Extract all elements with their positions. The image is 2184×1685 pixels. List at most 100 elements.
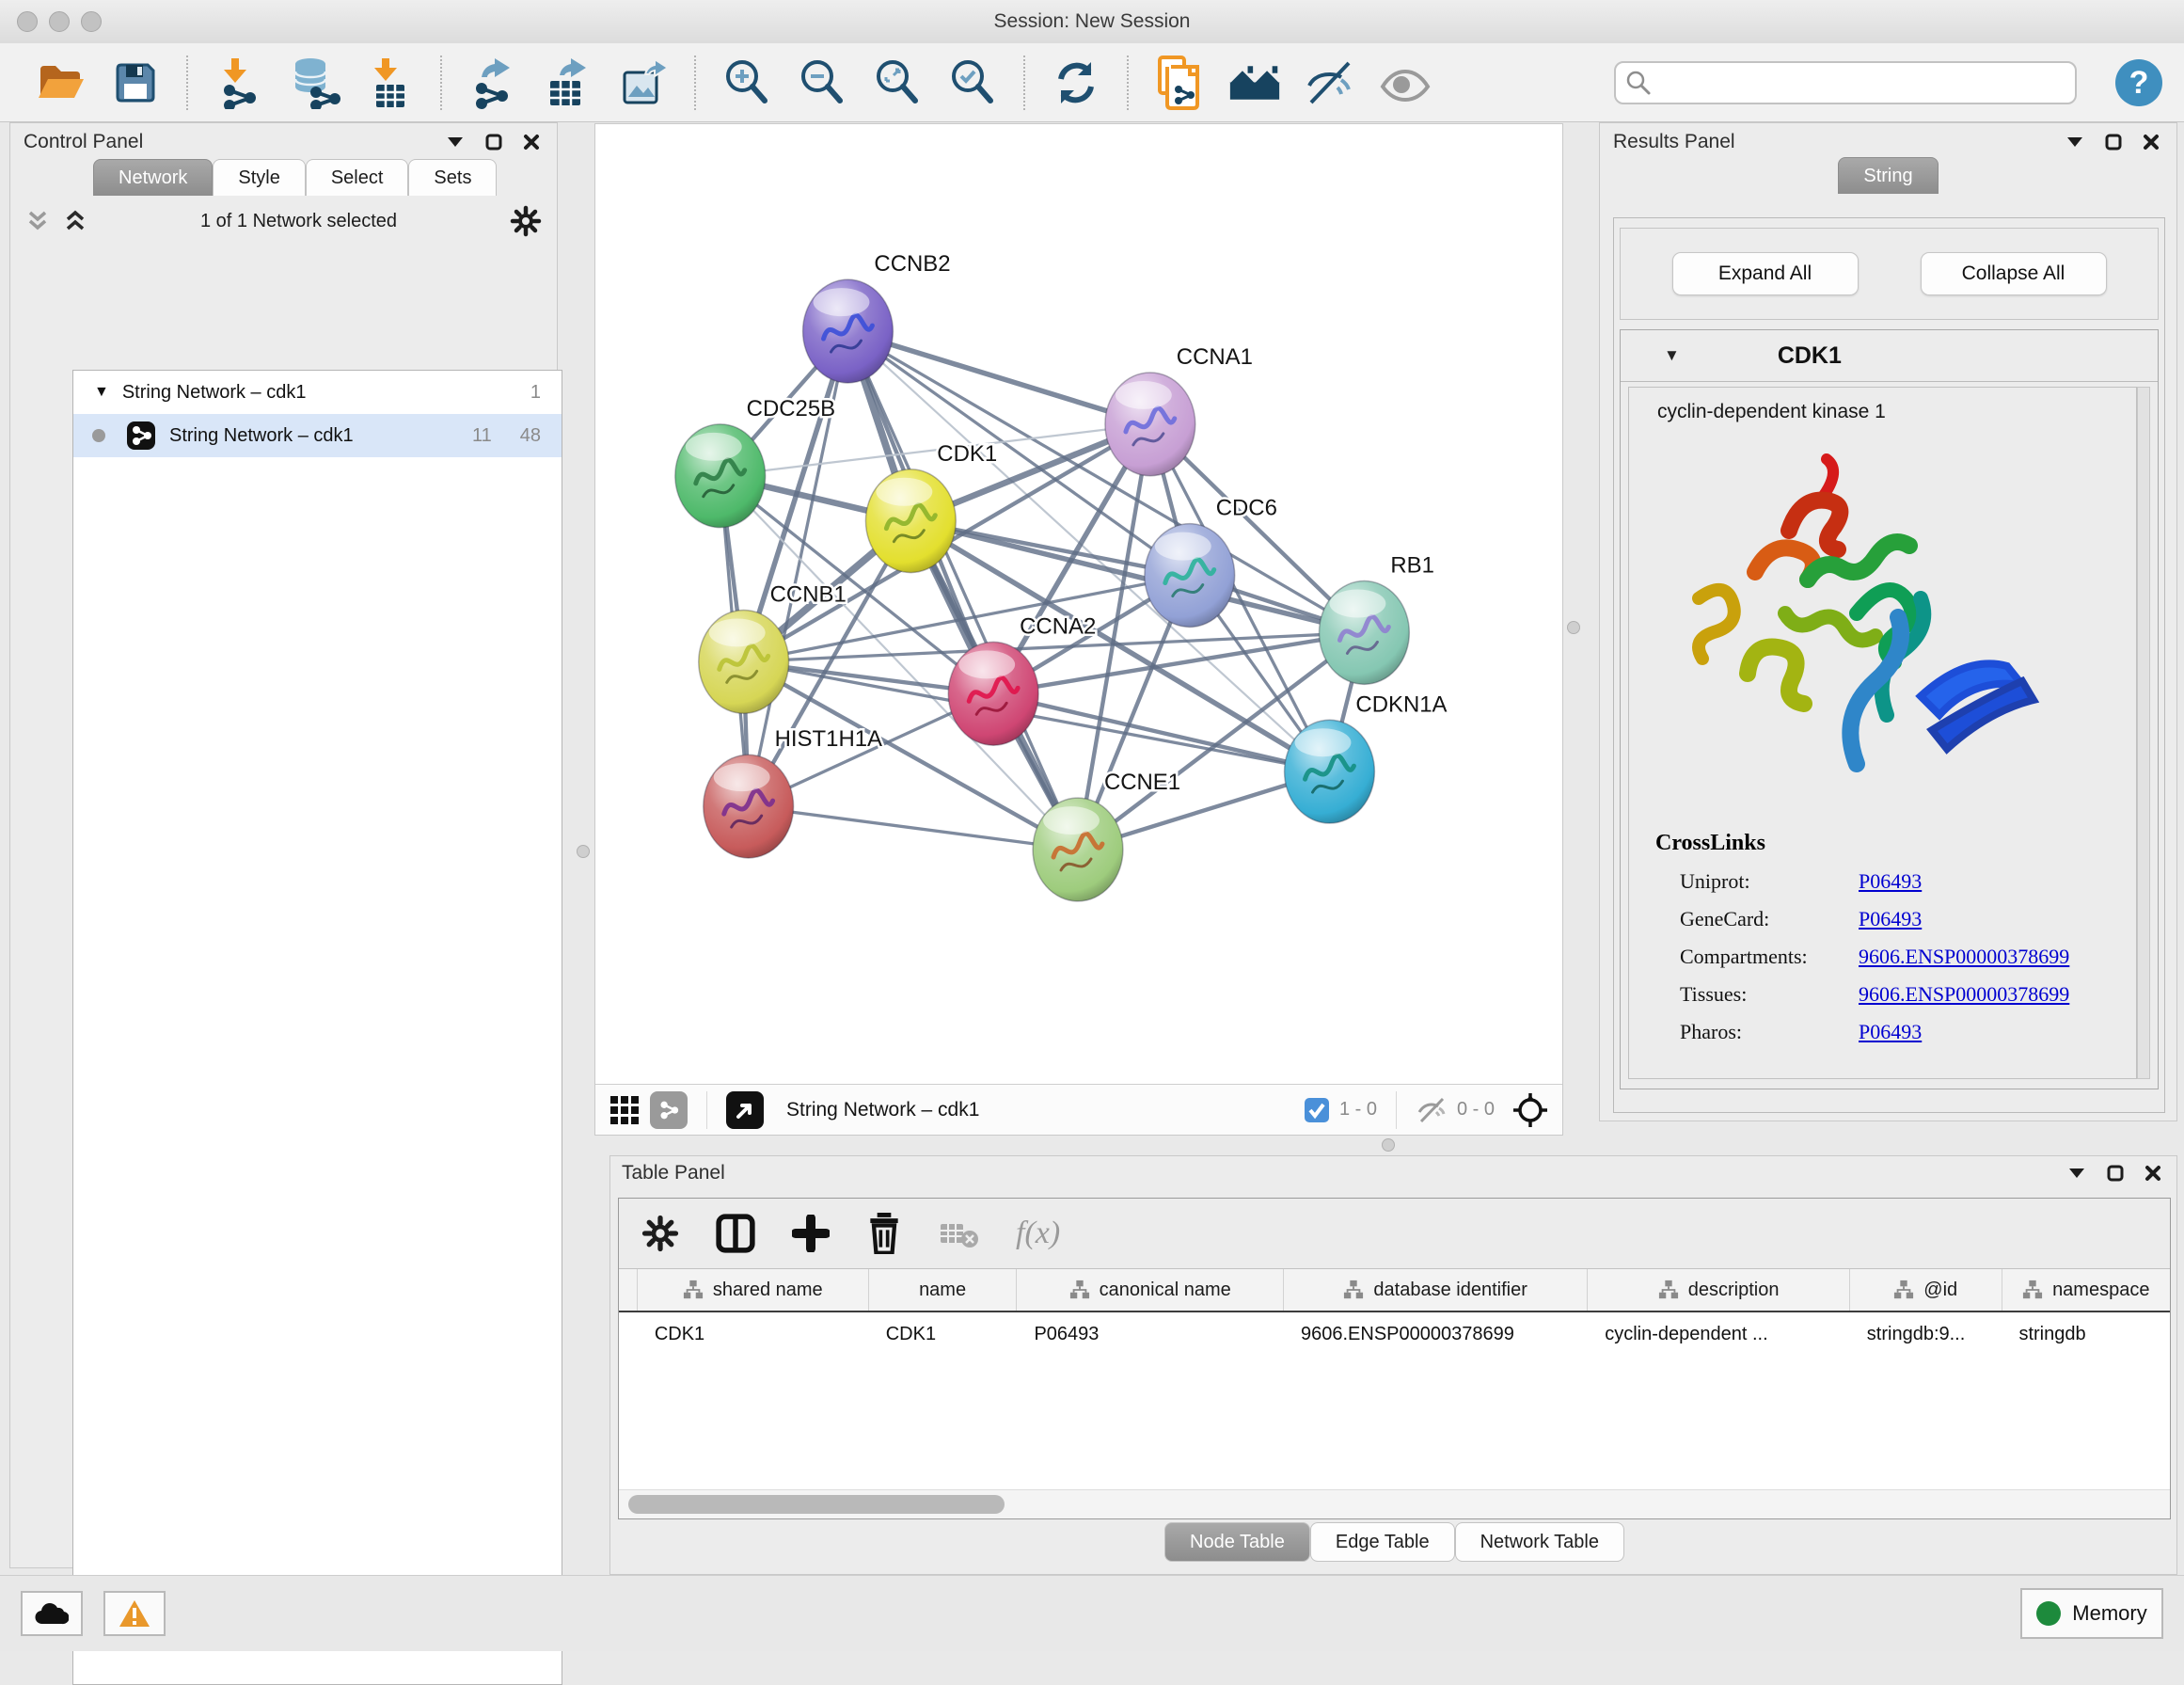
selected-checkbox-icon[interactable] bbox=[1304, 1097, 1330, 1123]
memory-button[interactable]: Memory bbox=[2020, 1588, 2163, 1639]
cloud-icon bbox=[35, 1601, 69, 1626]
panel-maximize-icon[interactable] bbox=[2107, 1165, 2124, 1182]
splitter-handle[interactable] bbox=[1567, 621, 1580, 634]
table-horizontal-scrollbar[interactable] bbox=[619, 1489, 2170, 1518]
toolbar-separator bbox=[1396, 1091, 1397, 1129]
birdseye-view-icon[interactable] bbox=[726, 1091, 764, 1129]
node-CCNB2[interactable]: CCNB2 bbox=[803, 251, 951, 383]
crosslink-tissues[interactable]: 9606.ENSP00000378699 bbox=[1859, 982, 2069, 1007]
splitter-handle[interactable] bbox=[577, 845, 590, 858]
zoom-out-icon[interactable] bbox=[796, 56, 848, 109]
table-row[interactable]: CDK1 CDK1 P06493 9606.ENSP00000378699 cy… bbox=[619, 1312, 2170, 1356]
warnings-button[interactable] bbox=[103, 1591, 166, 1636]
gear-icon[interactable] bbox=[510, 205, 542, 237]
panel-close-icon[interactable] bbox=[523, 134, 540, 151]
table-gear-icon[interactable] bbox=[641, 1215, 679, 1252]
help-icon[interactable]: ? bbox=[2113, 56, 2165, 109]
crosslink-genecard[interactable]: P06493 bbox=[1859, 907, 1922, 931]
edge-CCNA2-CDKN1A[interactable] bbox=[993, 693, 1329, 771]
hide-selected-icon[interactable] bbox=[1304, 56, 1356, 109]
tree-caret-icon[interactable]: ▼ bbox=[94, 384, 109, 401]
expand-all-button[interactable]: Expand All bbox=[1672, 252, 1859, 295]
tab-select[interactable]: Select bbox=[306, 159, 409, 196]
network-collection-row[interactable]: ▼ String Network – cdk1 1 bbox=[73, 371, 562, 414]
import-table-file-icon[interactable] bbox=[363, 56, 416, 109]
panel-close-icon[interactable] bbox=[2144, 1165, 2161, 1182]
import-network-database-icon[interactable] bbox=[288, 56, 340, 109]
function-builder-icon[interactable]: f(x) bbox=[1016, 1216, 1060, 1251]
toolbar-separator bbox=[440, 56, 442, 110]
export-image-icon[interactable] bbox=[617, 56, 670, 109]
scrollbar-thumb[interactable] bbox=[628, 1495, 1005, 1514]
edge-CCNB2-CCNE1[interactable] bbox=[847, 331, 1078, 850]
tab-sets[interactable]: Sets bbox=[408, 159, 497, 196]
delete-table-icon[interactable] bbox=[939, 1216, 980, 1250]
show-columns-icon[interactable] bbox=[715, 1213, 756, 1254]
crosslink-uniprot[interactable]: P06493 bbox=[1859, 869, 1922, 894]
collapse-all-button[interactable]: Collapse All bbox=[1921, 252, 2107, 295]
node-HIST1H1A[interactable]: HIST1H1A bbox=[704, 726, 882, 858]
grid-view-icon[interactable] bbox=[609, 1094, 641, 1126]
column-header[interactable]: description bbox=[1588, 1269, 1850, 1311]
node-RB1[interactable]: RB1 bbox=[1320, 553, 1434, 685]
panel-float-icon[interactable] bbox=[2067, 1167, 2086, 1180]
tab-style[interactable]: Style bbox=[213, 159, 305, 196]
table-tabs: Node Table Edge Table Network Table bbox=[619, 1522, 2170, 1562]
node-CDKN1A[interactable]: CDKN1A bbox=[1285, 691, 1448, 823]
edge-HIST1H1A-CCNE1[interactable] bbox=[749, 806, 1078, 850]
column-header[interactable]: @id bbox=[1850, 1269, 2002, 1311]
column-header[interactable]: canonical name bbox=[1017, 1269, 1284, 1311]
tab-edge-table[interactable]: Edge Table bbox=[1310, 1522, 1455, 1562]
window-zoom-button[interactable] bbox=[81, 11, 102, 32]
node-CCNA1[interactable]: CCNA1 bbox=[1105, 344, 1253, 476]
splitter-handle[interactable] bbox=[1382, 1138, 1395, 1152]
node-CCNE1[interactable]: CCNE1 bbox=[1033, 770, 1180, 901]
network-canvas[interactable]: CCNB2CCNA1CDC25BCDK1CDC6RB1CCNB1CCNA2CDK… bbox=[595, 124, 1562, 1084]
tab-network[interactable]: Network bbox=[93, 159, 213, 196]
node-CDK1[interactable]: CDK1 bbox=[865, 441, 997, 573]
entry-caret-icon[interactable]: ▼ bbox=[1664, 346, 1680, 365]
tab-node-table[interactable]: Node Table bbox=[1164, 1522, 1310, 1562]
search-input[interactable] bbox=[1614, 61, 2077, 104]
results-scrollbar[interactable] bbox=[2137, 387, 2150, 1079]
show-all-icon[interactable] bbox=[1379, 56, 1432, 109]
crosshair-icon[interactable] bbox=[1511, 1091, 1549, 1129]
column-header[interactable]: shared name bbox=[638, 1269, 869, 1311]
create-column-icon[interactable] bbox=[792, 1215, 830, 1252]
export-network-icon[interactable] bbox=[467, 56, 519, 109]
window-close-button[interactable] bbox=[17, 11, 38, 32]
column-header[interactable]: name bbox=[869, 1269, 1018, 1311]
column-header[interactable]: namespace bbox=[2002, 1269, 2170, 1311]
open-session-icon[interactable] bbox=[34, 56, 87, 109]
first-neighbors-icon[interactable] bbox=[1228, 56, 1281, 109]
delete-column-icon[interactable] bbox=[865, 1213, 903, 1254]
panel-maximize-icon[interactable] bbox=[2105, 134, 2122, 151]
column-header[interactable]: database identifier bbox=[1284, 1269, 1588, 1311]
crosslink-compartments[interactable]: 9606.ENSP00000378699 bbox=[1859, 945, 2069, 969]
zoom-in-icon[interactable] bbox=[720, 56, 773, 109]
network-row[interactable]: String Network – cdk1 11 48 bbox=[73, 414, 562, 457]
panel-float-icon[interactable] bbox=[446, 135, 465, 149]
network-graph[interactable]: CCNB2CCNA1CDC25BCDK1CDC6RB1CCNB1CCNA2CDK… bbox=[595, 124, 1562, 1084]
zoom-selected-icon[interactable] bbox=[946, 56, 999, 109]
panel-float-icon[interactable] bbox=[2065, 135, 2084, 149]
crosslink-pharos[interactable]: P06493 bbox=[1859, 1020, 1922, 1044]
refresh-layout-icon[interactable] bbox=[1050, 56, 1102, 109]
collapse-all-icon[interactable] bbox=[25, 209, 50, 233]
window-minimize-button[interactable] bbox=[49, 11, 70, 32]
import-network-file-icon[interactable] bbox=[213, 56, 265, 109]
tab-network-table[interactable]: Network Table bbox=[1455, 1522, 1624, 1562]
cloud-services-button[interactable] bbox=[21, 1591, 83, 1636]
edge-CCNB2-CCNA1[interactable] bbox=[847, 331, 1149, 424]
tab-string[interactable]: String bbox=[1838, 157, 1938, 194]
save-session-icon[interactable] bbox=[109, 56, 162, 109]
hidden-eye-slash-icon[interactable] bbox=[1416, 1097, 1448, 1123]
panel-maximize-icon[interactable] bbox=[485, 134, 502, 151]
network-share-view-icon[interactable] bbox=[650, 1091, 688, 1129]
panel-close-icon[interactable] bbox=[2143, 134, 2160, 151]
expand-all-icon[interactable] bbox=[63, 209, 87, 233]
clone-network-icon[interactable] bbox=[1153, 56, 1206, 109]
zoom-fit-icon[interactable] bbox=[871, 56, 924, 109]
export-table-icon[interactable] bbox=[542, 56, 594, 109]
crosslink-row: Tissues: 9606.ENSP00000378699 bbox=[1655, 982, 2136, 1007]
